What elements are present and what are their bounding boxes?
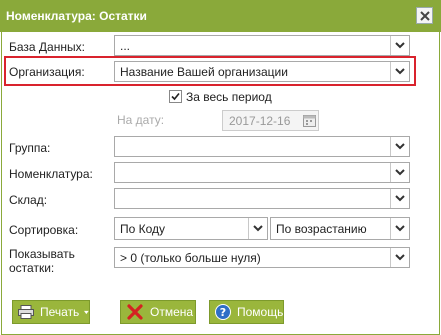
print-button-label: Печать bbox=[40, 305, 80, 319]
chevron-down-icon[interactable] bbox=[390, 218, 409, 239]
chevron-down-icon[interactable] bbox=[390, 62, 409, 81]
whole-period-checkbox[interactable] bbox=[169, 90, 182, 103]
group-label: Группа: bbox=[9, 141, 51, 155]
group-select[interactable] bbox=[114, 136, 410, 157]
organization-value: Название Вашей организации bbox=[120, 65, 288, 79]
warehouse-select[interactable] bbox=[114, 188, 410, 209]
show-balance-value: > 0 (только больше нуля) bbox=[120, 251, 261, 265]
show-balance-label-line1: Показывать bbox=[9, 247, 75, 261]
chevron-down-icon[interactable] bbox=[390, 137, 409, 156]
organization-label: Организация: bbox=[9, 65, 85, 79]
chevron-down-icon[interactable] bbox=[390, 36, 409, 55]
help-icon: ? bbox=[215, 303, 231, 321]
cancel-button-label: Отмена bbox=[150, 305, 194, 319]
chevron-down-icon[interactable] bbox=[390, 189, 409, 208]
sorting-field-select[interactable]: По Коду bbox=[114, 217, 268, 240]
chevron-down-icon[interactable] bbox=[248, 218, 267, 239]
sorting-label: Сортировка: bbox=[9, 223, 79, 237]
window-title: Номенклатура: Остатки bbox=[6, 9, 147, 23]
nomenclature-select[interactable] bbox=[114, 162, 410, 183]
chevron-down-icon[interactable] bbox=[390, 248, 409, 267]
cancel-x-icon bbox=[126, 303, 144, 321]
close-icon bbox=[419, 10, 430, 21]
whole-period-label: За весь период bbox=[186, 90, 272, 104]
close-button[interactable] bbox=[416, 7, 433, 24]
print-button[interactable]: Печать bbox=[12, 300, 90, 324]
printer-icon bbox=[18, 303, 34, 321]
date-value: 2017-12-16 bbox=[229, 114, 291, 128]
sorting-direction-value: По возрастанию bbox=[276, 222, 367, 236]
svg-text:?: ? bbox=[220, 306, 226, 319]
title-bar: Номенклатура: Остатки bbox=[0, 0, 441, 32]
cancel-button[interactable]: Отмена bbox=[120, 300, 196, 324]
date-label: На дату: bbox=[117, 113, 165, 127]
date-input[interactable]: 2017-12-16 bbox=[222, 110, 319, 131]
help-button[interactable]: ? Помощь bbox=[209, 300, 284, 324]
database-value: ... bbox=[120, 39, 131, 53]
warehouse-label: Склад: bbox=[9, 193, 48, 207]
chevron-down-icon[interactable] bbox=[390, 163, 409, 182]
database-select[interactable]: ... bbox=[114, 35, 410, 56]
calendar-icon[interactable] bbox=[303, 114, 316, 127]
organization-select[interactable]: Название Вашей организации bbox=[114, 61, 410, 82]
sorting-direction-select[interactable]: По возрастанию bbox=[270, 217, 410, 240]
show-balance-select[interactable]: > 0 (только больше нуля) bbox=[114, 247, 410, 268]
show-balance-label-line2: остатки: bbox=[9, 261, 55, 275]
help-button-label: Помощь bbox=[237, 305, 284, 319]
sorting-field-value: По Коду bbox=[120, 222, 166, 236]
chevron-down-icon bbox=[84, 310, 89, 314]
nomenclature-label: Номенклатура: bbox=[9, 167, 93, 181]
checkmark-icon bbox=[171, 92, 180, 101]
database-label: База Данных: bbox=[9, 40, 85, 54]
